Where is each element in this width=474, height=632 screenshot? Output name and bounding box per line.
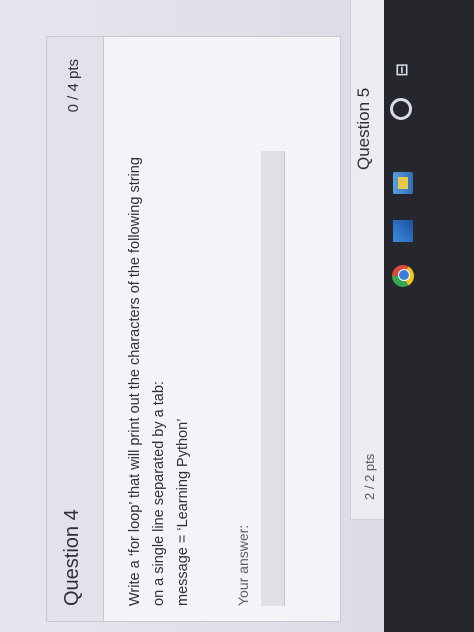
question-4-points: 0 / 4 pts bbox=[65, 59, 82, 113]
file-explorer-icon[interactable] bbox=[393, 172, 413, 194]
task-view-icon[interactable]: ⊟ bbox=[390, 59, 412, 81]
chrome-icon[interactable] bbox=[392, 265, 414, 287]
question-5-title: Question 5 bbox=[354, 87, 373, 170]
question-4-header: Question 4 0 / 4 pts bbox=[47, 37, 104, 621]
photos-icon[interactable] bbox=[393, 220, 413, 242]
quiz-page: Question 4 0 / 4 pts Write a ‘for loop’ … bbox=[0, 0, 391, 632]
search-icon[interactable] bbox=[390, 98, 412, 120]
answer-label: Your answer: bbox=[235, 524, 251, 606]
question-4-title: Question 4 bbox=[61, 509, 83, 606]
question-4-text: Write a ‘for loop’ that will print out t… bbox=[123, 46, 195, 606]
taskbar bbox=[384, 0, 474, 632]
question-5-points: 2 / 2 pts bbox=[362, 453, 377, 500]
rotated-viewport: Question 4 0 / 4 pts Write a ‘for loop’ … bbox=[0, 0, 474, 632]
screen: Question 4 0 / 4 pts Write a ‘for loop’ … bbox=[0, 0, 474, 632]
question-text-line: Write a ‘for loop’ that will print out t… bbox=[127, 157, 143, 606]
question-4-card: Question 4 0 / 4 pts Write a ‘for loop’ … bbox=[46, 36, 341, 622]
answer-input[interactable] bbox=[261, 151, 285, 606]
question-text-line: on a single line separated by a tab: bbox=[151, 381, 167, 606]
question-text-line: message = ‘Learning Python’ bbox=[175, 418, 191, 606]
